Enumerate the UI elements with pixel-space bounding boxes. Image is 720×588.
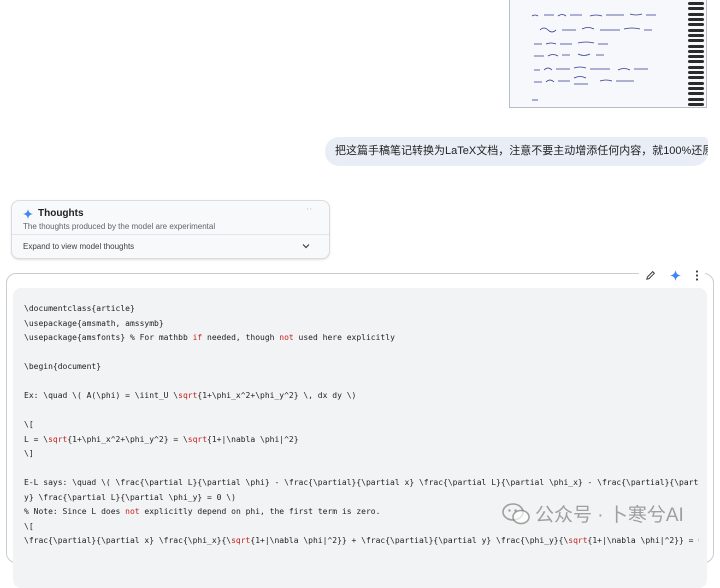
chevron-down-icon[interactable] <box>301 241 311 251</box>
code-keyword: sqrt <box>48 434 68 444</box>
handwriting-sketch <box>531 13 656 101</box>
code-keyword: not <box>279 333 294 342</box>
code-text: {1+|\nabla \phi|^2}} + \frac{\partial}{\… <box>250 536 569 545</box>
code-keyword: sqrt <box>187 434 208 444</box>
notebook-spiral <box>688 2 704 106</box>
watermark: 公众号 · 卜寒兮AI <box>502 500 684 527</box>
thoughts-header: Thoughts <box>23 208 84 219</box>
code-text: % Note: Since L does <box>24 507 126 516</box>
code-line: \usepackage{amsmath, amssymb} <box>24 317 699 332</box>
code-text: \frac{\partial}{\partial x} \frac{\phi_x… <box>24 536 232 545</box>
code-text: explicitly depend on phi, the first term… <box>139 507 381 516</box>
code-line: \documentclass{article} <box>24 302 699 317</box>
code-keyword: if <box>192 333 203 342</box>
code-keyword: sqrt <box>178 391 198 400</box>
code-text: {1+\phi_x^2+\phi_y^2} \, dx dy \) <box>197 391 357 400</box>
sparkle-icon[interactable] <box>670 269 681 281</box>
code-text: {1+|\nabla \phi|^2}} = 0 <box>587 536 699 545</box>
code-text: \usepackage{amsmath, amssymb} <box>24 318 164 328</box>
code-text: \] <box>24 449 34 458</box>
code-text: needed, though <box>202 333 280 342</box>
code-text: {1+\phi_x^2+\phi_y^2} = \ <box>67 434 188 444</box>
thoughts-title: Thoughts <box>38 208 84 219</box>
wechat-icon <box>502 502 530 524</box>
code-text: \documentclass{article} <box>24 304 135 313</box>
code-line: E-L says: \quad \( \frac{\partial L}{\pa… <box>24 476 699 491</box>
more-vert-icon[interactable] <box>695 269 699 281</box>
code-keyword: sqrt <box>568 536 588 545</box>
notebook-image[interactable] <box>509 0 707 108</box>
watermark-text: 公众号 · 卜寒兮AI <box>535 505 684 526</box>
code-text: \usepackage{amsfonts} % For mathbb <box>24 333 193 342</box>
code-text: \[ <box>24 420 34 429</box>
latex-code-block: \documentclass{article} \usepackage{amsma… <box>13 288 707 588</box>
edit-pencil-icon[interactable] <box>645 270 656 281</box>
sparkle-icon <box>23 208 33 219</box>
code-text: \begin{document} <box>24 362 102 371</box>
code-line: \frac{\partial}{\partial x} \frac{\phi_x… <box>24 534 699 549</box>
code-text: {1+|\nabla \phi|^2} <box>207 434 299 444</box>
code-text: L = \ <box>24 434 49 444</box>
code-text: E-L says: \quad \( \frac{\partial L}{\pa… <box>24 478 699 487</box>
thoughts-dots: ∙∙ <box>306 204 313 213</box>
code-line: \] <box>24 447 699 462</box>
thoughts-subtitle: The thoughts produced by the model are e… <box>23 222 216 231</box>
code-line: \begin{document} <box>24 360 699 375</box>
code-text: used here explicitly <box>293 333 395 342</box>
code-text: \[ <box>24 521 34 531</box>
code-line: L = \sqrt{1+\phi_x^2+\phi_y^2} = \sqrt{1… <box>24 433 699 448</box>
code-keyword: sqrt <box>231 536 251 545</box>
code-line: \usepackage{amsfonts} % For mathbb if ne… <box>24 331 699 346</box>
code-keyword: not <box>125 507 140 516</box>
code-line: Ex: \quad \( A(\phi) = \iint_U \sqrt{1+\… <box>24 389 699 404</box>
response-toolbar <box>639 266 705 284</box>
thoughts-panel[interactable]: Thoughts ∙∙ The thoughts produced by the… <box>11 200 330 259</box>
code-text: y} \frac{\partial L}{\partial \phi_y} = … <box>24 492 236 502</box>
code-text: Ex: \quad \( A(\phi) = \iint_U \ <box>24 391 179 400</box>
user-prompt-bubble: 把这篇手稿笔记转换为LaTeX文档，注意不要主动增添任何内容，就100%还原原笔… <box>325 137 708 166</box>
expand-thoughts-link[interactable]: Expand to view model thoughts <box>23 242 134 251</box>
code-line: \[ <box>24 418 699 433</box>
thoughts-divider <box>12 234 329 235</box>
